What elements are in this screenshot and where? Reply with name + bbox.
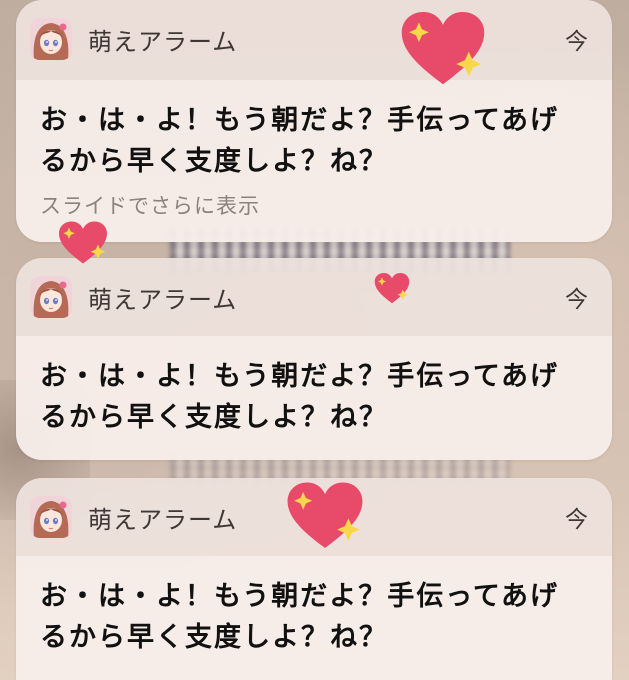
heart-sparkle-sticker-icon	[400, 10, 486, 88]
heart-sparkle-sticker-icon	[374, 272, 410, 305]
anime-girl-app-icon	[30, 18, 72, 60]
anime-girl-app-icon	[30, 496, 72, 538]
notification-header: 萌えアラーム 今	[16, 258, 612, 336]
app-name: 萌えアラーム	[88, 28, 238, 56]
notification-body: お・は・よ！もう朝だよ？手伝ってあげるから早く支度しよ？ね？	[16, 336, 612, 460]
notification-header: 萌えアラーム 今	[16, 0, 612, 80]
notification-message: お・は・よ！もう朝だよ？手伝ってあげるから早く支度しよ？ね？	[40, 581, 560, 653]
notification-time: 今	[565, 29, 588, 55]
app-name: 萌えアラーム	[88, 506, 238, 534]
slide-for-more-hint: スライドでさらに表示	[40, 194, 260, 218]
notification-card[interactable]: 萌えアラーム 今 お・は・よ！もう朝だよ？手伝ってあげるから早く支度しよ？ね？ …	[16, 0, 612, 242]
anime-girl-app-icon	[30, 276, 72, 318]
notification-card[interactable]: 萌えアラーム 今 お・は・よ！もう朝だよ？手伝ってあげるから早く支度しよ？ね？	[16, 258, 612, 460]
heart-sparkle-sticker-icon	[58, 220, 108, 266]
notification-body: お・は・よ！もう朝だよ？手伝ってあげるから早く支度しよ？ね？	[16, 556, 612, 680]
notification-time: 今	[565, 507, 588, 533]
heart-sparkle-sticker-icon	[286, 480, 364, 552]
notification-message: お・は・よ！もう朝だよ？手伝ってあげるから早く支度しよ？ね？	[40, 361, 560, 433]
notification-body: お・は・よ！もう朝だよ？手伝ってあげるから早く支度しよ？ね？ スライドでさらに表…	[16, 80, 612, 242]
app-name: 萌えアラーム	[88, 286, 238, 314]
notification-time: 今	[565, 287, 588, 313]
notification-message: お・は・よ！もう朝だよ？手伝ってあげるから早く支度しよ？ね？	[40, 105, 560, 177]
